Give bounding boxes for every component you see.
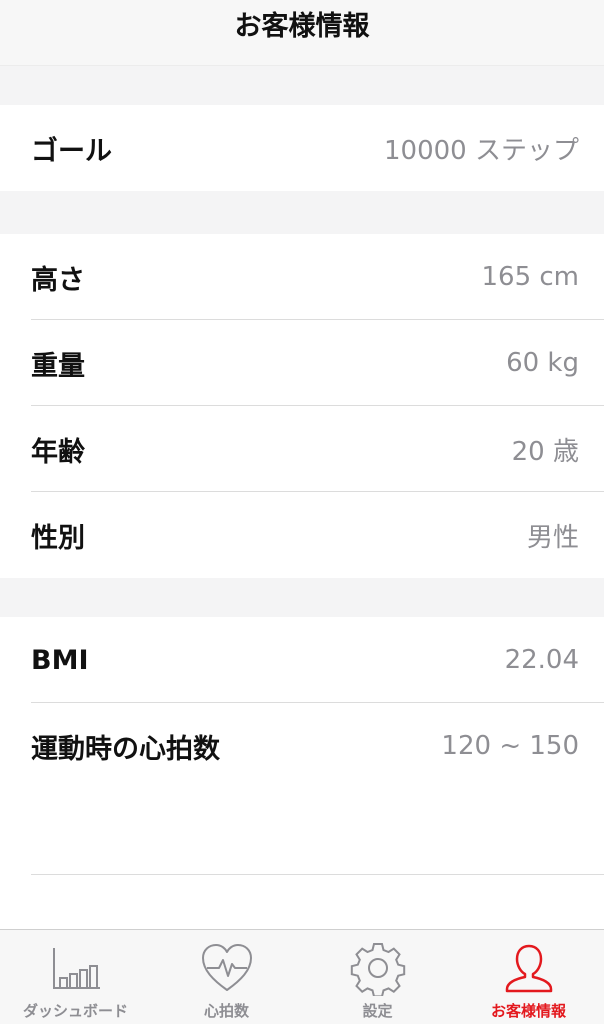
age-value: 20 歳 bbox=[511, 436, 579, 467]
weight-label: 重量 bbox=[31, 350, 85, 382]
list-divider bbox=[31, 874, 604, 875]
tab-settings[interactable]: 設定 bbox=[302, 930, 453, 1024]
bmi-row: BMI 22.04 bbox=[0, 617, 604, 703]
weight-value: 60 kg bbox=[506, 348, 579, 378]
app-screen: お客様情報 ゴール 10000 ステップ 高さ 165 cm 重量 60 kg … bbox=[0, 0, 604, 1024]
exercise-heart-rate-row: 運動時の心拍数 120 ~ 150 bbox=[0, 703, 604, 789]
gender-value: 男性 bbox=[526, 522, 579, 553]
tab-settings-label: 設定 bbox=[362, 1002, 393, 1020]
goal-group: ゴール 10000 ステップ bbox=[0, 105, 604, 191]
empty-list-area bbox=[0, 788, 604, 929]
tab-bar: ダッシュボード 心拍数 設定 お客様情報 bbox=[0, 929, 604, 1024]
bmi-label: BMI bbox=[31, 644, 89, 676]
page-title: お客様情報 bbox=[234, 11, 370, 42]
heart-rate-icon bbox=[201, 944, 252, 991]
exercise-heart-rate-label: 運動時の心拍数 bbox=[31, 733, 220, 765]
goal-row[interactable]: ゴール 10000 ステップ bbox=[0, 105, 604, 191]
weight-row[interactable]: 重量 60 kg bbox=[0, 320, 604, 406]
height-label: 高さ bbox=[31, 264, 85, 296]
tab-heart-rate[interactable]: 心拍数 bbox=[151, 930, 302, 1024]
age-row[interactable]: 年齢 20 歳 bbox=[0, 406, 604, 492]
gender-label: 性別 bbox=[31, 522, 85, 554]
goal-value: 10000 ステップ bbox=[384, 135, 579, 166]
tab-heart-rate-label: 心拍数 bbox=[203, 1002, 249, 1020]
goal-label: ゴール bbox=[31, 135, 112, 167]
user-icon bbox=[505, 944, 552, 993]
age-label: 年齢 bbox=[31, 436, 85, 468]
bmi-value: 22.04 bbox=[504, 645, 579, 675]
stats-group: BMI 22.04 運動時の心拍数 120 ~ 150 bbox=[0, 617, 604, 789]
height-value: 165 cm bbox=[481, 262, 579, 292]
tab-dashboard[interactable]: ダッシュボード bbox=[0, 930, 151, 1024]
height-row[interactable]: 高さ 165 cm bbox=[0, 234, 604, 320]
navigation-bar: お客様情報 bbox=[0, 0, 604, 66]
profile-group: 高さ 165 cm 重量 60 kg 年齢 20 歳 性別 男性 bbox=[0, 234, 604, 578]
tab-dashboard-label: ダッシュボード bbox=[22, 1002, 128, 1020]
tab-customer-info[interactable]: お客様情報 bbox=[453, 930, 604, 1024]
gear-icon bbox=[350, 943, 405, 996]
tab-customer-info-label: お客様情報 bbox=[490, 1002, 566, 1020]
exercise-heart-rate-value: 120 ~ 150 bbox=[441, 731, 579, 761]
gender-row[interactable]: 性別 男性 bbox=[0, 492, 604, 578]
bar-chart-icon bbox=[52, 948, 100, 989]
